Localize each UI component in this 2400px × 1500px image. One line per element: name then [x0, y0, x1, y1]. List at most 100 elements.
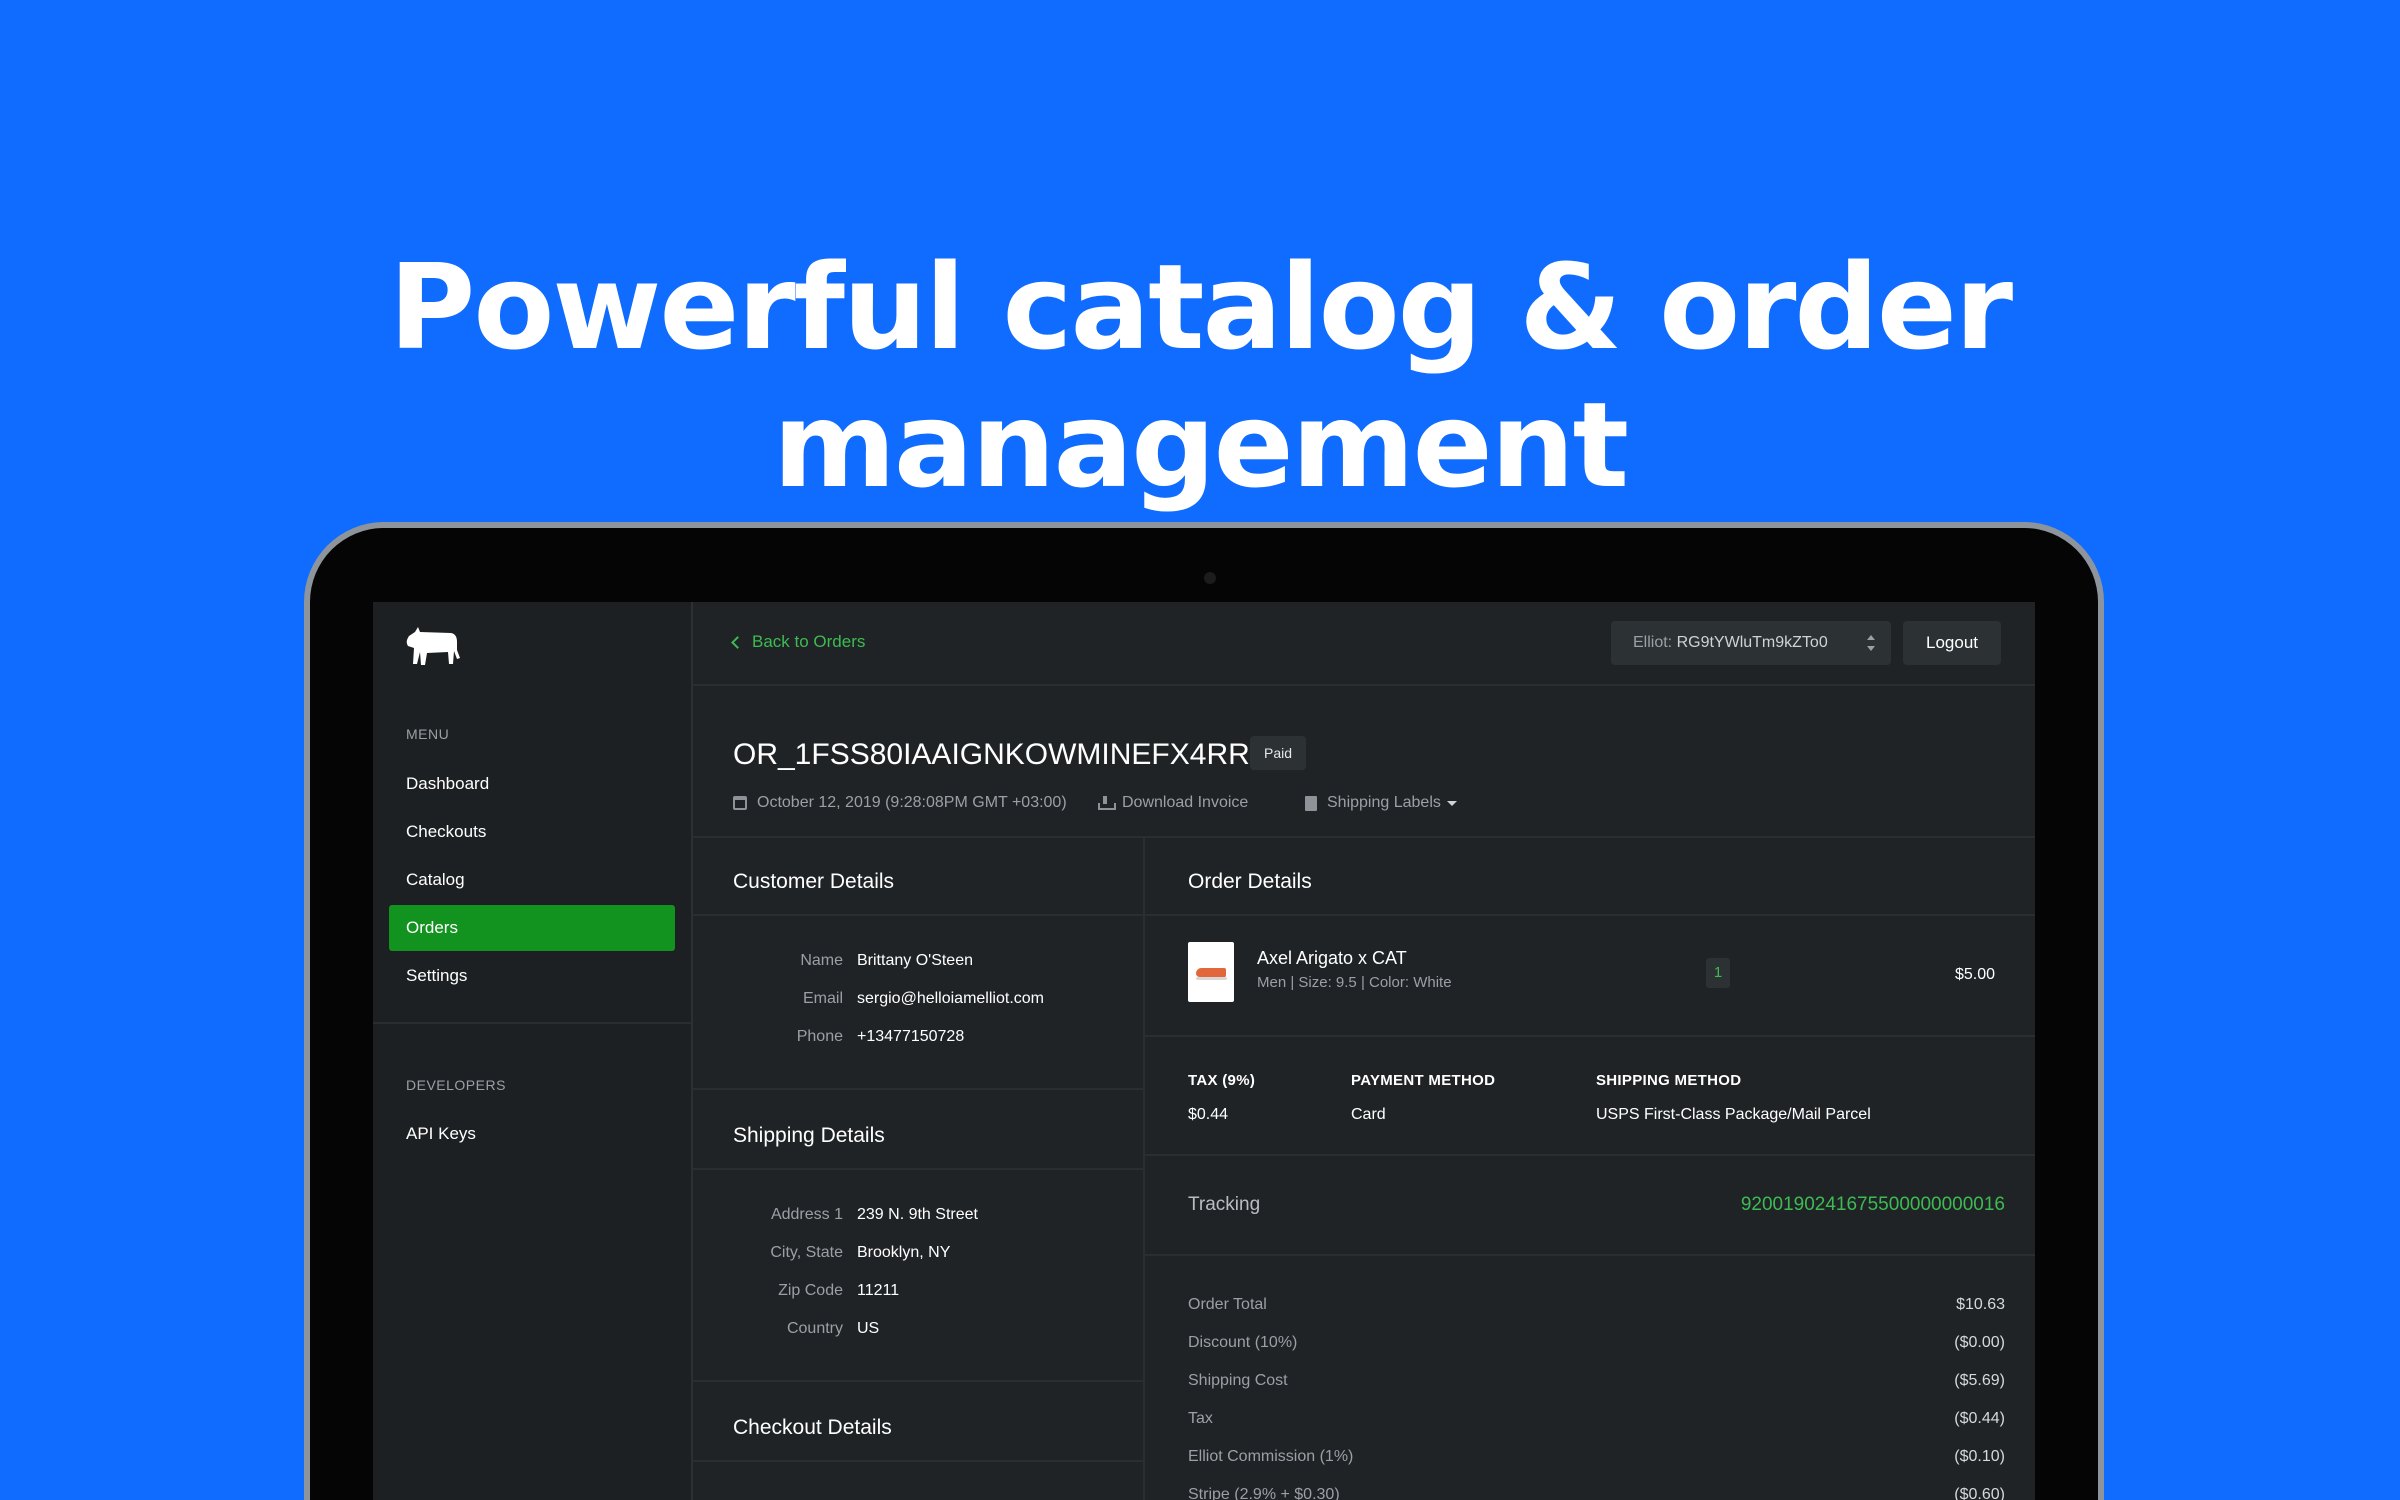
sidebar: MENU Dashboard Checkouts Catalog Orders … [373, 602, 693, 1500]
city-state-value: Brooklyn, NY [857, 1244, 951, 1261]
total-value: $10.63 [1956, 1296, 2005, 1313]
back-to-orders-link[interactable]: Back to Orders [731, 632, 866, 652]
commission-row: Elliot Commission (1%) ($0.10) [1188, 1448, 2005, 1472]
field-label: Email [802, 990, 843, 1007]
zip-code-row: Zip Code 11211 [733, 1282, 1133, 1306]
field-label: Phone [796, 1028, 843, 1045]
tax-label: TAX (9%) [1188, 1072, 1256, 1089]
status-badge: Paid [1250, 736, 1307, 770]
shipping-labels-dropdown[interactable]: Shipping Labels [1305, 794, 1457, 812]
divider [693, 1088, 1143, 1090]
checkout-details-title: Checkout Details [733, 1416, 892, 1439]
product-price: $5.00 [1954, 966, 1995, 983]
page-headline: Powerful catalog & order management [388, 238, 2013, 514]
laptop-frame: MENU Dashboard Checkouts Catalog Orders … [304, 522, 2104, 1500]
calendar-icon [733, 796, 747, 810]
divider [1145, 1254, 2035, 1256]
divider [1145, 1035, 2035, 1037]
divider [1145, 1154, 2035, 1156]
address-value: 239 N. 9th Street [857, 1206, 978, 1223]
country-row: Country US [733, 1320, 1133, 1344]
developers-section-label: DEVELOPERS [406, 1077, 506, 1093]
column-divider [1143, 838, 1145, 1500]
field-label: Name [800, 952, 843, 969]
total-label: Stripe (2.9% + $0.30) [1188, 1486, 1340, 1500]
payment-method-label: PAYMENT METHOD [1351, 1072, 1496, 1089]
main-content: Back to Orders Elliot: RG9tYWluTm9kZTo0 … [693, 602, 2035, 1500]
total-label: Shipping Cost [1188, 1372, 1288, 1389]
sneaker-sole-icon [1196, 977, 1227, 980]
city-state-row: City, State Brooklyn, NY [733, 1244, 1133, 1268]
total-value: ($0.10) [1954, 1448, 2005, 1465]
shipping-method-value: USPS First-Class Package/Mail Parcel [1596, 1106, 1871, 1123]
total-value: ($0.00) [1954, 1334, 2005, 1351]
product-name[interactable]: Axel Arigato x CAT [1257, 948, 1407, 969]
total-label: Order Total [1188, 1296, 1267, 1313]
field-label: City, State [770, 1244, 843, 1261]
cow-logo-icon[interactable] [405, 624, 461, 668]
customer-name: Brittany O'Steen [857, 952, 973, 969]
country-value: US [857, 1320, 880, 1337]
shipping-cost-row: Shipping Cost ($5.69) [1188, 1372, 2005, 1396]
tracking-number-link[interactable]: 9200190241675500000000016 [1741, 1194, 2005, 1216]
divider [1145, 914, 2035, 916]
product-variant: Men | Size: 9.5 | Color: White [1257, 974, 1452, 991]
customer-name-row: Name Brittany O'Steen [733, 952, 1133, 976]
zip-code-value: 11211 [857, 1282, 900, 1299]
app-screen: MENU Dashboard Checkouts Catalog Orders … [373, 602, 2035, 1500]
download-invoice-link[interactable]: Download Invoice [1098, 794, 1248, 812]
field-label: Country [786, 1320, 843, 1337]
order-id: OR_1FSS80IAAIGNKOWMINEFX4RR [733, 738, 1250, 771]
sidebar-item-catalog[interactable]: Catalog [389, 857, 675, 903]
divider [693, 1168, 1143, 1170]
customer-email: sergio@helloiamelliot.com [857, 990, 1044, 1007]
stripe-fee-row: Stripe (2.9% + $0.30) ($0.60) [1188, 1486, 2005, 1500]
divider [693, 1460, 1143, 1462]
customer-phone-row: Phone +13477150728 [733, 1028, 1133, 1052]
total-label: Elliot Commission (1%) [1188, 1448, 1354, 1465]
order-date-text: October 12, 2019 (9:28:08PM GMT +03:00) [757, 794, 1067, 811]
download-icon [1098, 796, 1116, 810]
tax-total-row: Tax ($0.44) [1188, 1410, 2005, 1434]
account-value: RG9tYWluTm9kZTo0 [1676, 634, 1828, 651]
customer-email-row: Email sergio@helloiamelliot.com [733, 990, 1133, 1014]
camera-icon [1204, 572, 1216, 584]
sidebar-item-dashboard[interactable]: Dashboard [389, 761, 675, 807]
topbar: Back to Orders Elliot: RG9tYWluTm9kZTo0 … [693, 602, 2035, 686]
chevron-left-icon [731, 635, 744, 649]
tracking-label: Tracking [1188, 1194, 1261, 1215]
address-row: Address 1 239 N. 9th Street [733, 1206, 1133, 1230]
sidebar-item-orders[interactable]: Orders [389, 905, 675, 951]
updown-select-icon [1867, 635, 1875, 651]
order-total-row: Order Total $10.63 [1188, 1296, 2005, 1320]
total-value: ($0.44) [1954, 1410, 2005, 1427]
shipping-details-title: Shipping Details [733, 1124, 885, 1147]
back-to-orders-label: Back to Orders [752, 632, 866, 651]
product-thumbnail[interactable] [1188, 942, 1234, 1002]
shipping-labels-label: Shipping Labels [1327, 794, 1441, 811]
sidebar-item-checkouts[interactable]: Checkouts [389, 809, 675, 855]
payment-method-value: Card [1351, 1106, 1386, 1123]
sneaker-icon [1196, 968, 1226, 977]
menu-section-label: MENU [406, 726, 450, 742]
discount-row: Discount (10%) ($0.00) [1188, 1334, 2005, 1358]
order-details-title: Order Details [1188, 870, 1312, 893]
download-invoice-label: Download Invoice [1122, 794, 1249, 811]
order-date: October 12, 2019 (9:28:08PM GMT +03:00) [733, 794, 1067, 812]
account-prefix: Elliot: [1633, 634, 1673, 651]
sidebar-item-api-keys[interactable]: API Keys [389, 1111, 675, 1157]
order-header: OR_1FSS80IAAIGNKOWMINEFX4RR Paid October… [693, 686, 2035, 838]
account-select[interactable]: Elliot: RG9tYWluTm9kZTo0 [1611, 621, 1891, 665]
document-icon [1305, 795, 1317, 811]
total-label: Discount (10%) [1188, 1334, 1298, 1351]
total-value: ($5.69) [1954, 1372, 2005, 1389]
sidebar-divider [373, 1022, 691, 1024]
sidebar-item-settings[interactable]: Settings [389, 953, 675, 999]
divider [693, 1380, 1143, 1382]
logout-button[interactable]: Logout [1903, 621, 2001, 665]
total-value: ($0.60) [1954, 1486, 2005, 1500]
customer-details-title: Customer Details [733, 870, 895, 893]
total-label: Tax [1188, 1410, 1213, 1427]
tax-value: $0.44 [1188, 1106, 1229, 1123]
quantity-badge: 1 [1706, 958, 1730, 988]
